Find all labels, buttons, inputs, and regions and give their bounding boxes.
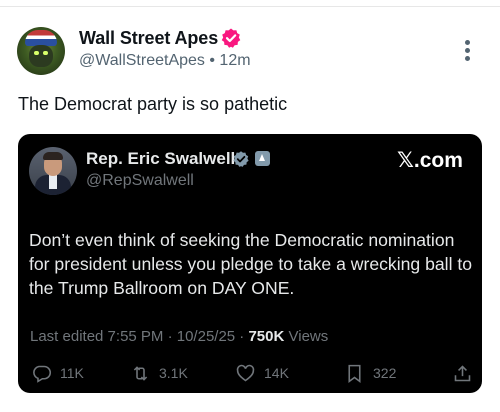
author-handle-time: @WallStreetApes • 12m (79, 52, 251, 70)
author-handle[interactable]: @WallStreetApes (79, 52, 205, 69)
avatar-helmet (25, 30, 57, 46)
bookmark-count: 322 (373, 365, 397, 381)
edited-timestamp: Last edited 7:55 PM · 10/25/25 · (30, 328, 249, 345)
avatar-eye (34, 51, 39, 55)
embed-author-name: Rep. Eric Swalwell (86, 149, 236, 168)
repost-icon (133, 365, 148, 381)
divider (0, 6, 500, 7)
embed-text: Don’t even think of seeking the Democrat… (29, 230, 473, 298)
share-icon (454, 364, 471, 381)
more-icon (465, 40, 470, 45)
bookmark-icon (348, 364, 361, 383)
bookmark-button: 322 (344, 358, 396, 388)
embed-author-avatar (29, 147, 77, 195)
more-options-button[interactable] (458, 37, 478, 63)
more-icon (465, 56, 470, 61)
embedded-screenshot[interactable]: Rep. Eric Swalwell @RepSwalwell 𝕏.com Do… (18, 134, 482, 393)
embed-author-handle: @RepSwalwell (86, 172, 194, 189)
repost-count: 3.1K (159, 365, 188, 381)
share-button (452, 358, 473, 388)
views-label: Views (288, 328, 329, 345)
x-watermark: 𝕏.com (397, 149, 463, 172)
avatar-face (29, 45, 53, 67)
verified-icon (233, 151, 249, 167)
action-bar: 11K 3.1K 14K 322 (18, 358, 482, 388)
repost-button: 3.1K (130, 358, 188, 388)
embed-meta: Last edited 7:55 PM · 10/25/25 · 750K Vi… (30, 328, 328, 345)
post-time[interactable]: 12m (219, 52, 250, 69)
government-icon (255, 151, 270, 166)
views-count: 750K (248, 328, 285, 345)
author-avatar[interactable] (17, 27, 65, 75)
avatar-eye (43, 51, 48, 55)
avatar-hair (43, 152, 63, 160)
verified-icon (221, 28, 241, 48)
reply-button: 11K (31, 358, 84, 388)
more-icon (465, 48, 470, 53)
like-count: 14K (264, 365, 289, 381)
separator-dot: • (209, 52, 220, 69)
post-text: The Democrat party is so pathetic (18, 94, 288, 114)
author-name[interactable]: Wall Street Apes (79, 28, 218, 49)
reply-count: 11K (60, 365, 84, 381)
reply-icon (33, 365, 52, 383)
avatar-shirt (49, 175, 57, 189)
like-icon (236, 364, 255, 381)
like-button: 14K (235, 358, 289, 388)
